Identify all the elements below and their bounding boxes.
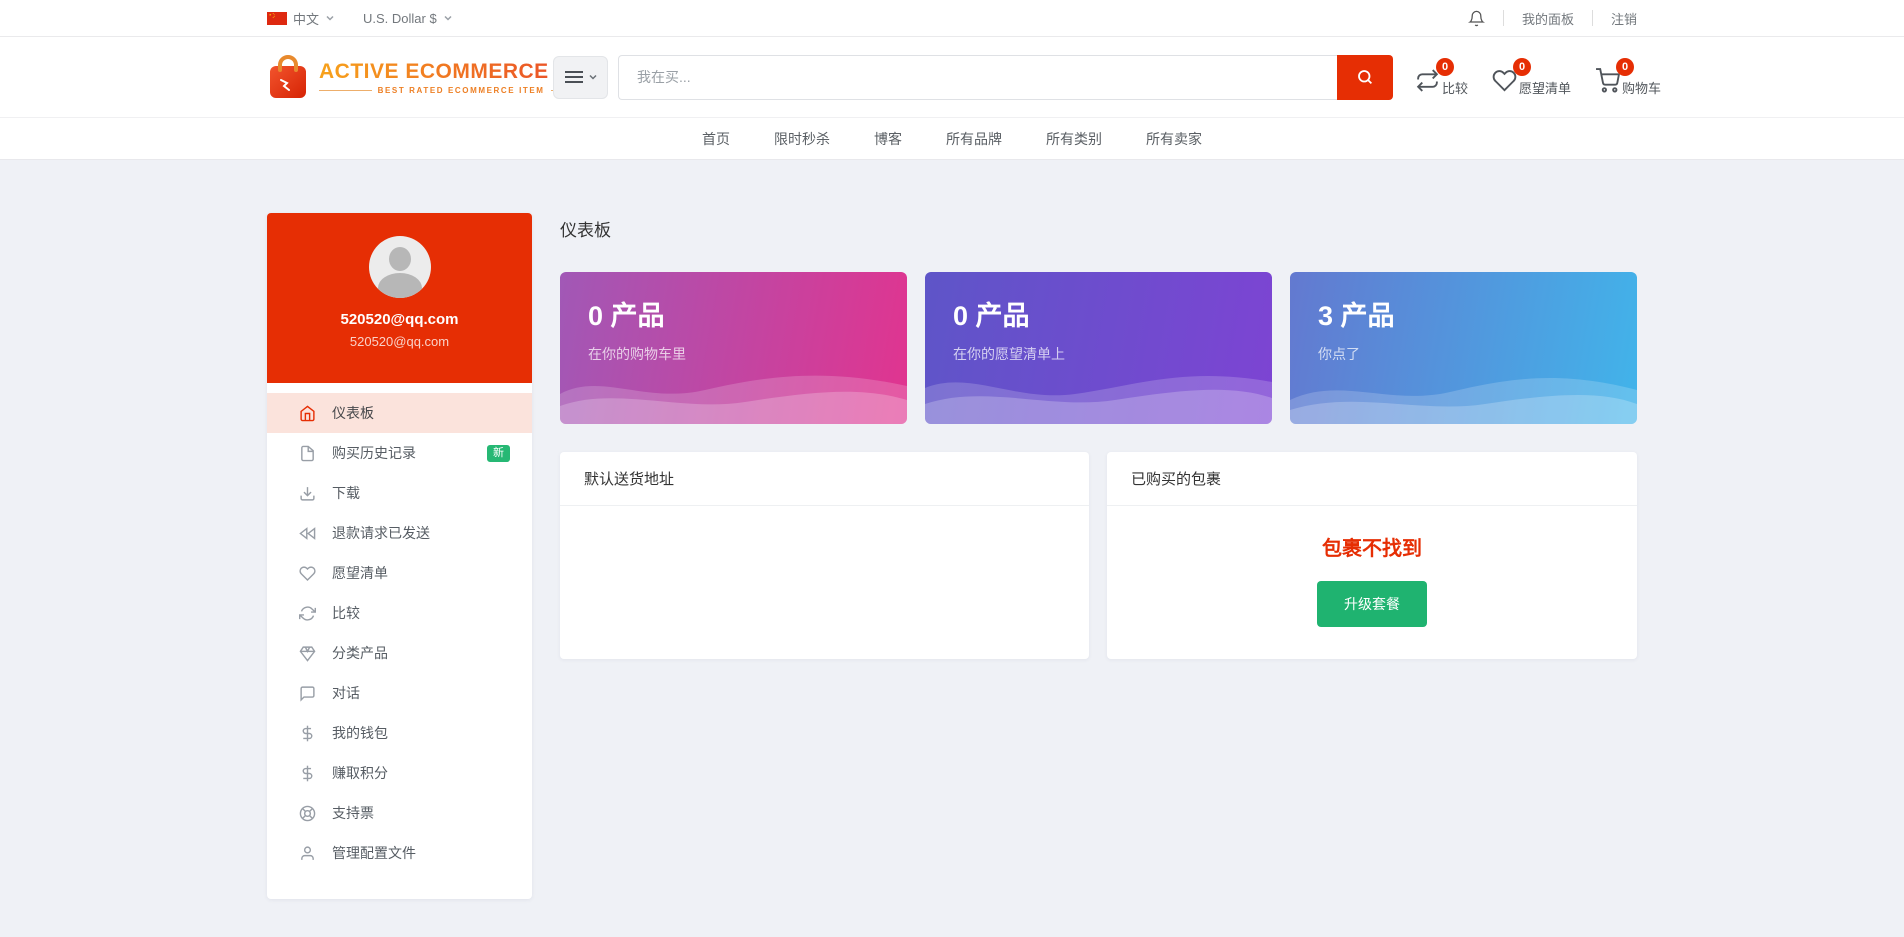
search-input[interactable]: [618, 55, 1337, 100]
profile-email: 520520@qq.com: [267, 334, 532, 349]
sidebar-item-my-wallet[interactable]: 我的钱包: [267, 713, 532, 753]
notifications-button[interactable]: [1468, 10, 1485, 27]
package-not-found-message: 包裹不找到: [1127, 532, 1617, 561]
new-badge: 新: [487, 445, 510, 462]
cart-count-badge: 0: [1616, 58, 1634, 76]
divider: [1503, 10, 1504, 26]
chevron-down-icon: [588, 72, 598, 82]
address-panel-body: [560, 506, 1089, 543]
wishlist-count-badge: 0: [1513, 58, 1531, 76]
hamburger-icon: [564, 70, 584, 84]
wave-decoration: [925, 360, 1272, 424]
user-icon: [299, 845, 316, 862]
sidebar-item-downloads[interactable]: 下载: [267, 473, 532, 513]
search-icon: [1356, 68, 1374, 86]
sidebar-item-earn-points[interactable]: 赚取积分: [267, 753, 532, 793]
logo-tagline: BEST RATED ECOMMERCE ITEM: [378, 86, 545, 95]
nav-item-flash-deals[interactable]: 限时秒杀: [774, 129, 830, 149]
gem-icon: [299, 645, 316, 662]
stat-value: 0 产品: [588, 294, 879, 333]
support-icon: [299, 805, 316, 822]
dollar-icon: [299, 725, 316, 742]
purchased-packages-panel: 已购买的包裹 包裹不找到 升级套餐: [1107, 452, 1637, 659]
compare-action[interactable]: 0 比较: [1415, 58, 1468, 97]
top-utility-bar: 中文 U.S. Dollar $ 我的面板 注销: [0, 0, 1904, 37]
nav-item-all-sellers[interactable]: 所有卖家: [1146, 129, 1202, 149]
stat-caption: 在你的愿望清单上: [953, 344, 1244, 364]
search-bar: [618, 55, 1393, 100]
currency-selector[interactable]: U.S. Dollar $: [363, 11, 453, 26]
stat-value: 3 产品: [1318, 294, 1609, 333]
dollar-icon: [299, 765, 316, 782]
chevron-down-icon: [443, 13, 453, 23]
avatar: [369, 236, 431, 298]
sidebar-item-wishlist[interactable]: 愿望清单: [267, 553, 532, 593]
rewind-icon: [299, 525, 316, 542]
sidebar-item-manage-profile[interactable]: 管理配置文件: [267, 833, 532, 873]
currency-label: U.S. Dollar $: [363, 11, 437, 26]
sidebar-item-classified-products[interactable]: 分类产品: [267, 633, 532, 673]
main-nav: 首页 限时秒杀 博客 所有品牌 所有类别 所有卖家: [0, 117, 1904, 160]
search-button[interactable]: [1337, 55, 1393, 100]
logout-link[interactable]: 注销: [1611, 9, 1637, 28]
stat-caption: 在你的购物车里: [588, 344, 879, 364]
nav-item-home[interactable]: 首页: [702, 129, 730, 149]
refresh-icon: [299, 605, 316, 622]
wave-decoration: [560, 360, 907, 424]
wave-decoration: [1290, 360, 1637, 424]
panel-title: 默认送货地址: [560, 452, 1089, 506]
sidebar-menu: 仪表板 购买历史记录 新 下载 退款请求已发送 愿望清单: [267, 383, 532, 873]
profile-card: 520520@qq.com 520520@qq.com: [267, 213, 532, 383]
cart-action[interactable]: 0 购物车: [1595, 58, 1661, 97]
shopping-bag-logo-icon: [267, 54, 309, 100]
wishlist-action[interactable]: 0 愿望清单: [1492, 58, 1571, 97]
nav-item-all-categories[interactable]: 所有类别: [1046, 129, 1102, 149]
stat-caption: 你点了: [1318, 344, 1609, 364]
panel-title: 已购买的包裹: [1107, 452, 1637, 506]
my-panel-link[interactable]: 我的面板: [1522, 9, 1574, 28]
bell-icon: [1468, 10, 1485, 27]
home-icon: [299, 405, 316, 422]
chat-icon: [299, 685, 316, 702]
compare-count-badge: 0: [1436, 58, 1454, 76]
stat-value: 0 产品: [953, 294, 1244, 333]
main-header: ACTIVE ECOMMERCE CMS BEST RATED ECOMMERC…: [0, 37, 1904, 117]
default-shipping-address-panel: 默认送货地址: [560, 452, 1089, 659]
china-flag-icon: [267, 12, 287, 25]
category-menu-button[interactable]: [553, 56, 608, 99]
account-sidebar: 520520@qq.com 520520@qq.com 仪表板 购买历史记录 新…: [267, 213, 532, 899]
cart-label: 购物车: [1622, 78, 1661, 97]
profile-name: 520520@qq.com: [267, 311, 532, 328]
heart-icon: [299, 565, 316, 582]
sidebar-item-conversations[interactable]: 对话: [267, 673, 532, 713]
nav-item-blog[interactable]: 博客: [874, 129, 902, 149]
sidebar-item-compare[interactable]: 比较: [267, 593, 532, 633]
file-icon: [299, 445, 316, 462]
language-label: 中文: [293, 9, 319, 28]
compare-label: 比较: [1442, 78, 1468, 97]
orders-stat-card: 3 产品 你点了: [1290, 272, 1637, 424]
nav-item-all-brands[interactable]: 所有品牌: [946, 129, 1002, 149]
page-title: 仪表板: [560, 216, 1637, 241]
sidebar-item-support-ticket[interactable]: 支持票: [267, 793, 532, 833]
wishlist-label: 愿望清单: [1519, 78, 1571, 97]
logo[interactable]: ACTIVE ECOMMERCE CMS BEST RATED ECOMMERC…: [267, 54, 517, 100]
sidebar-item-dashboard[interactable]: 仪表板: [267, 393, 532, 433]
cart-stat-card: 0 产品 在你的购物车里: [560, 272, 907, 424]
download-icon: [299, 485, 316, 502]
divider: [1592, 10, 1593, 26]
sidebar-item-refund-requests[interactable]: 退款请求已发送: [267, 513, 532, 553]
sidebar-item-purchase-history[interactable]: 购买历史记录 新: [267, 433, 532, 473]
chevron-down-icon: [325, 13, 335, 23]
upgrade-package-button[interactable]: 升级套餐: [1317, 581, 1427, 627]
language-selector[interactable]: 中文: [267, 9, 335, 28]
wishlist-stat-card: 0 产品 在你的愿望清单上: [925, 272, 1272, 424]
